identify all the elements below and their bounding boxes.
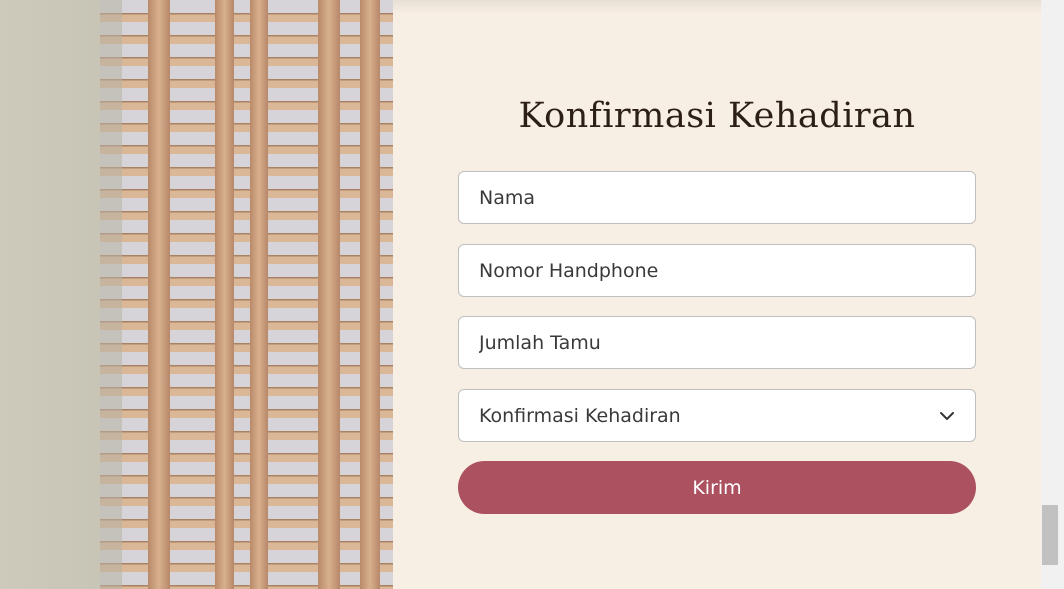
wooden-lattice-photo [0,0,393,589]
name-input[interactable] [458,171,976,224]
attendance-select[interactable]: Konfirmasi Kehadiran [458,389,976,442]
page-scrollbar[interactable] [1041,0,1064,589]
phone-input[interactable] [458,244,976,297]
chevron-down-icon [940,411,954,420]
scrollbar-thumb[interactable] [1042,505,1058,565]
attendance-select-value: Konfirmasi Kehadiran [479,404,681,427]
guest-count-input[interactable] [458,316,976,369]
rsvp-section: Konfirmasi Kehadiran Konfirmasi Kehadira… [393,0,1041,589]
wooden-lattice-illustration [0,0,393,589]
submit-button[interactable]: Kirim [458,461,976,514]
rsvp-title: Konfirmasi Kehadiran [518,96,916,136]
wedding-invitation-page: Konfirmasi Kehadiran Konfirmasi Kehadira… [0,0,1064,589]
